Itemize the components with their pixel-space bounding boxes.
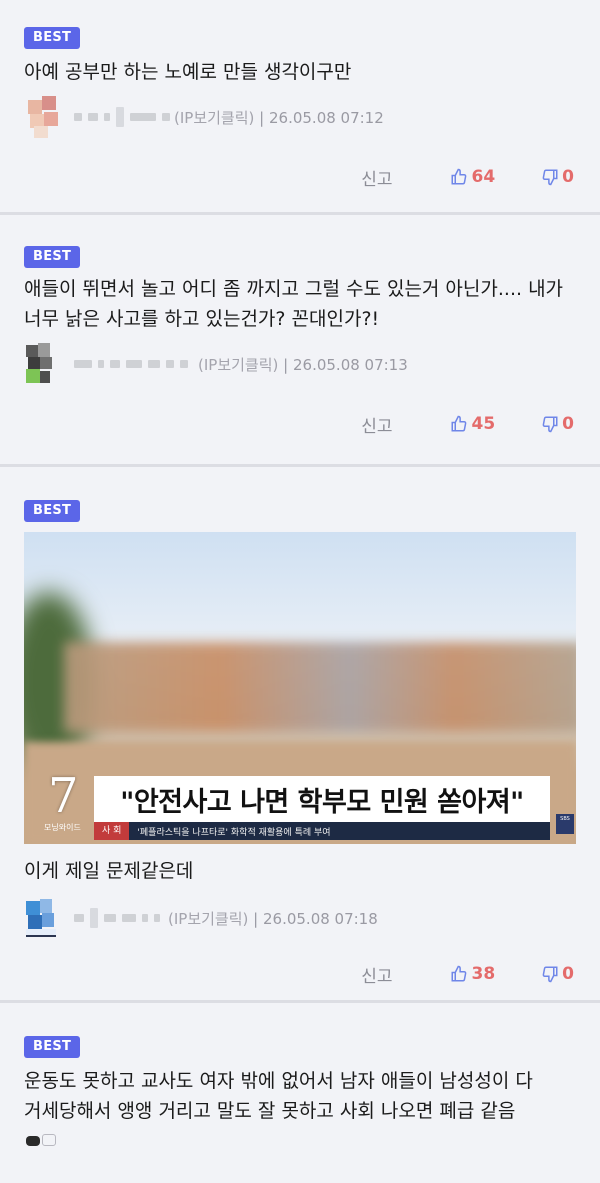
nickname-blurred[interactable]	[74, 360, 188, 368]
thumbs-up-icon	[451, 965, 467, 982]
comment-actions: 신고 64 0	[24, 157, 576, 197]
thumbs-down-icon	[542, 966, 558, 983]
broadcaster-logo: SBS	[556, 814, 574, 834]
meta-info: (IP보기클릭) | 26.05.08 07:13	[198, 354, 408, 375]
dislike-button[interactable]: 0	[541, 414, 574, 434]
program-number: 7	[48, 768, 79, 824]
meta-info: (IP보기클릭) | 26.05.08 07:18	[168, 908, 378, 929]
ip-view-link[interactable]: (IP보기클릭)	[168, 910, 248, 928]
best-badge: BEST	[24, 1036, 81, 1058]
avatar[interactable]	[24, 1132, 66, 1178]
dislike-count: 0	[562, 167, 574, 187]
timestamp: | 26.05.08 07:13	[283, 355, 408, 374]
comment-3: BEST 7 모닝와이드 "안전사고 나면 학부모 민원 쏟아져" 사 회 '폐…	[0, 464, 600, 1002]
comment-1: BEST 아예 공부만 하는 노예로 만들 생각이구만 (IP보기클릭) | 2…	[0, 26, 600, 212]
like-count: 45	[471, 414, 496, 434]
ticker-text: '폐플라스틱을 나프타로' 화학적 재활용에 특례 부여	[137, 827, 331, 838]
comment-text: 이게 제일 문제같은데	[24, 860, 194, 882]
dislike-button[interactable]: 0	[541, 167, 574, 187]
comment-meta: (IP보기클릭) | 26.05.08 07:13	[24, 340, 576, 388]
like-count: 38	[471, 964, 496, 984]
report-button[interactable]: 신고	[361, 165, 392, 190]
thumbs-down-icon	[542, 416, 558, 433]
dislike-count: 0	[562, 414, 574, 434]
news-screenshot-image[interactable]: 7 모닝와이드 "안전사고 나면 학부모 민원 쏟아져" 사 회 '폐플라스틱을…	[24, 532, 576, 844]
nickname-blurred[interactable]	[74, 107, 170, 127]
news-headline-caption: "안전사고 나면 학부모 민원 쏟아져"	[94, 776, 550, 822]
comment-meta: (IP보기클릭) | 26.05.08 07:18	[24, 894, 576, 942]
thumbs-down-icon	[542, 169, 558, 186]
ip-view-link[interactable]: (IP보기클릭)	[174, 109, 254, 127]
ticker-tag: 사 회	[94, 822, 130, 840]
ip-view-link[interactable]: (IP보기클릭)	[198, 356, 278, 374]
dislike-count: 0	[562, 964, 574, 984]
best-badge: BEST	[24, 500, 81, 522]
program-name: 모닝와이드	[44, 823, 81, 832]
comment-text: 운동도 못하고 교사도 여자 밖에 없어서 남자 애들이 남성성이 다 거세당해…	[24, 1070, 533, 1122]
comment-2: BEST 애들이 뛰면서 놀고 어디 좀 까지고 그럴 수도 있는거 아닌가..…	[0, 212, 600, 466]
like-button[interactable]: 38	[450, 964, 495, 984]
image-school-building	[64, 642, 576, 732]
avatar[interactable]	[24, 341, 66, 387]
best-badge: BEST	[24, 246, 81, 268]
comment-text: 애들이 뛰면서 놀고 어디 좀 까지고 그럴 수도 있는거 아닌가.... 내가…	[24, 278, 564, 330]
dislike-button[interactable]: 0	[541, 964, 574, 984]
news-ticker: 사 회 '폐플라스틱을 나프타로' 화학적 재활용에 특례 부여	[94, 822, 550, 840]
like-button[interactable]: 64	[450, 167, 495, 187]
meta-info: (IP보기클릭) | 26.05.08 07:12	[174, 107, 384, 128]
comment-4: BEST 운동도 못하고 교사도 여자 밖에 없어서 남자 애들이 남성성이 다…	[0, 1000, 600, 1183]
thumbs-up-icon	[451, 415, 467, 432]
comment-actions: 신고 38 0	[24, 954, 576, 994]
timestamp: | 26.05.08 07:12	[259, 108, 384, 127]
avatar[interactable]	[24, 895, 66, 941]
nickname-blurred[interactable]	[74, 908, 160, 928]
comment-meta: (IP보기클릭) | 26.05.08 07:12	[24, 93, 576, 141]
avatar[interactable]	[24, 94, 66, 140]
timestamp: | 26.05.08 07:18	[253, 909, 378, 928]
thumbs-up-icon	[451, 168, 467, 185]
like-count: 64	[471, 167, 496, 187]
comment-actions: 신고 45 0	[24, 404, 576, 444]
comment-text: 아예 공부만 하는 노예로 만들 생각이구만	[24, 61, 352, 83]
report-button[interactable]: 신고	[361, 412, 392, 437]
like-button[interactable]: 45	[450, 414, 495, 434]
best-badge: BEST	[24, 27, 81, 49]
report-button[interactable]: 신고	[361, 962, 392, 987]
